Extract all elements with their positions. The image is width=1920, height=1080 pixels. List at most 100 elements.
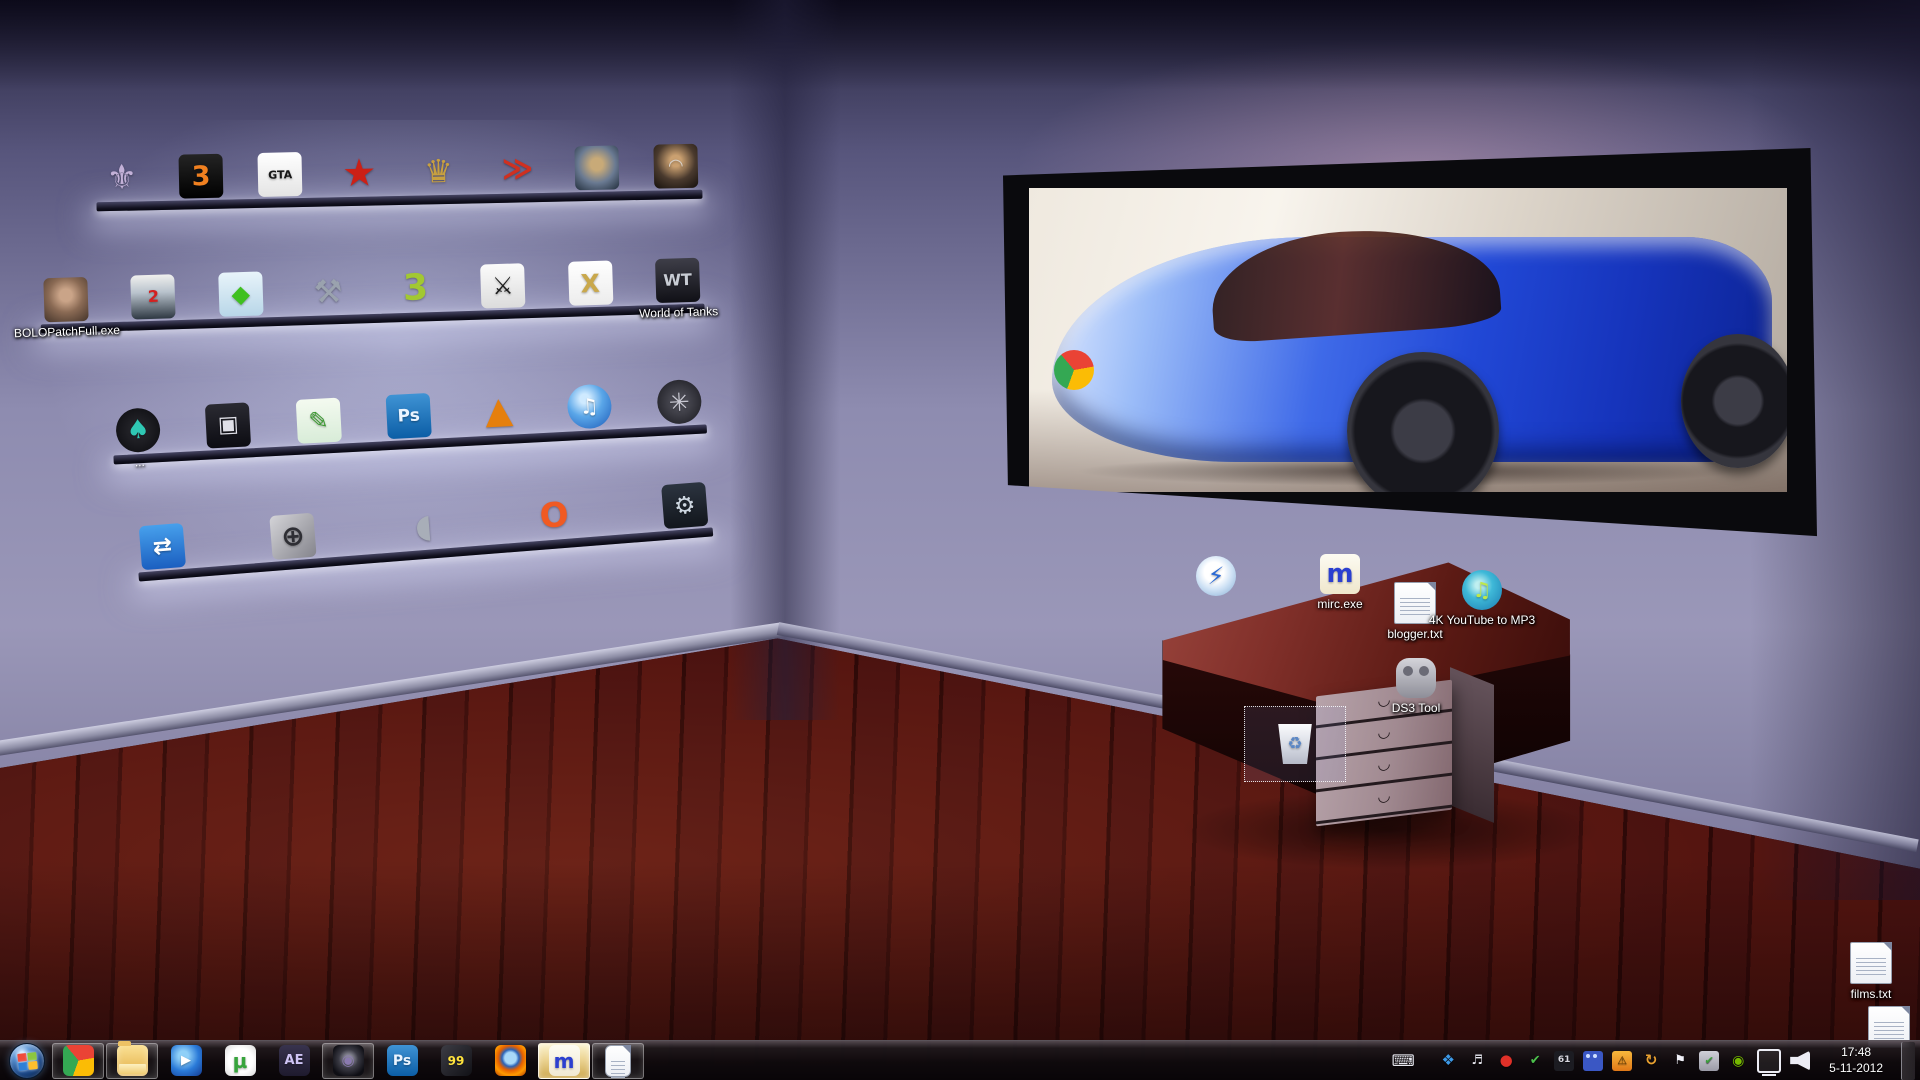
sims-icon-glyph: ◆ bbox=[218, 271, 263, 316]
wall-picture-frame bbox=[1003, 148, 1817, 540]
game-3-icon[interactable]: 3 bbox=[179, 154, 224, 199]
notepad-plus-plus-icon[interactable]: ✎ bbox=[295, 398, 341, 444]
lamborghini-photo bbox=[1029, 188, 1787, 492]
notepad-taskbar[interactable] bbox=[592, 1043, 644, 1079]
keyboard-tray-icon[interactable]: ⌨ bbox=[1393, 1051, 1415, 1071]
daemon-tools-icon-glyph: ⚡ bbox=[1196, 556, 1236, 596]
audio-tray-icon-glyph: ♬ bbox=[1467, 1051, 1487, 1071]
update-tray-icon-glyph: ✔ bbox=[1699, 1051, 1719, 1071]
itunes-icon[interactable]: ♫ bbox=[566, 383, 612, 429]
red-alert-icon-glyph: ★ bbox=[337, 150, 382, 195]
moto-game-icon[interactable]: ≫ bbox=[495, 147, 540, 192]
firefox-taskbar bbox=[495, 1045, 526, 1076]
cube-app-icon[interactable]: ▣ bbox=[205, 402, 251, 448]
flight-simulator-icon[interactable]: X bbox=[568, 260, 613, 305]
volume-tray-icon[interactable] bbox=[1790, 1051, 1812, 1071]
just-cause-2-icon[interactable]: 2 bbox=[131, 274, 176, 319]
ds3-tool-icon[interactable]: DS3 Tool bbox=[1396, 658, 1436, 698]
films-txt-icon[interactable]: films.txt bbox=[1850, 942, 1892, 984]
alert-tray-icon[interactable]: ⚠ bbox=[1612, 1051, 1634, 1071]
explorer-taskbar[interactable] bbox=[106, 1043, 158, 1079]
utorrent-taskbar-glyph: µ bbox=[225, 1045, 256, 1076]
wmp-taskbar: ▶ bbox=[171, 1045, 202, 1076]
gta-icon[interactable]: GTA bbox=[258, 152, 303, 197]
photoshop-taskbar[interactable]: Ps bbox=[376, 1043, 428, 1079]
red-alert-icon[interactable]: ★ bbox=[337, 150, 382, 195]
origin-icon[interactable]: O bbox=[531, 492, 578, 539]
recorder-tray-icon-glyph: ● bbox=[1496, 1051, 1516, 1071]
globe-app-icon[interactable]: ⊕ bbox=[269, 513, 316, 560]
network-tray-icon-glyph bbox=[1757, 1049, 1781, 1073]
saints-row-icon-glyph: ⚜ bbox=[99, 155, 144, 200]
counter-strike-icon[interactable]: ⚔ bbox=[480, 263, 525, 308]
pokerstars-icon[interactable]: ♠... bbox=[115, 407, 161, 453]
battlefield-icon-glyph bbox=[574, 145, 619, 190]
la-noire-icon[interactable]: ◠ bbox=[653, 144, 698, 189]
pokerstars-icon-label: ... bbox=[134, 455, 145, 470]
ds3-tool-icon-glyph bbox=[1396, 658, 1436, 698]
flag-tray-icon[interactable]: ⚑ bbox=[1670, 1051, 1692, 1071]
daemon-tools-icon[interactable]: ⚡ bbox=[1196, 556, 1236, 596]
gpu-temp-tray-icon-glyph: 61 bbox=[1554, 1051, 1574, 1071]
saints-row-icon[interactable]: ⚜ bbox=[99, 155, 144, 200]
bf-tools-icon[interactable]: ⚒ bbox=[305, 269, 350, 314]
media-reel-icon[interactable]: ✳ bbox=[656, 379, 702, 425]
bf-tools-icon-glyph: ⚒ bbox=[305, 269, 350, 314]
mirc-taskbar: m bbox=[549, 1045, 580, 1076]
sync-tray-icon-glyph: ↻ bbox=[1641, 1051, 1661, 1071]
photoshop-shelf-icon[interactable]: Ps bbox=[386, 393, 432, 439]
bolopatch-icon-glyph bbox=[43, 277, 88, 322]
audio-tray-icon[interactable]: ♬ bbox=[1467, 1051, 1489, 1071]
game-3-icon-glyph: 3 bbox=[179, 154, 224, 199]
explorer-taskbar-glyph bbox=[117, 1045, 148, 1076]
films-txt-icon-label: films.txt bbox=[1851, 987, 1892, 1001]
update-tray-icon[interactable]: ✔ bbox=[1699, 1051, 1721, 1071]
after-effects-taskbar-glyph: AE bbox=[279, 1045, 310, 1076]
ping-monitor-taskbar[interactable]: 99 bbox=[430, 1043, 482, 1079]
chrome-taskbar-glyph bbox=[63, 1045, 94, 1076]
photoshop-taskbar-glyph: Ps bbox=[387, 1045, 418, 1076]
sync-tray-icon[interactable]: ↻ bbox=[1641, 1051, 1663, 1071]
show-desktop-button[interactable] bbox=[1901, 1042, 1915, 1080]
bolopatch-icon[interactable]: BOLOPatchFull.exe bbox=[43, 277, 88, 322]
clock-date: 5-11-2012 bbox=[1829, 1061, 1883, 1077]
ping-monitor-taskbar: 99 bbox=[441, 1045, 472, 1076]
teamspeak-icon[interactable]: ◖ bbox=[400, 502, 447, 549]
camera-app-taskbar[interactable]: ◉ bbox=[322, 1043, 374, 1079]
helmet-game-icon[interactable]: ♛ bbox=[416, 149, 461, 194]
after-effects-taskbar[interactable]: AE bbox=[268, 1043, 320, 1079]
origin-icon-glyph: O bbox=[531, 492, 578, 539]
vlc-icon[interactable]: ▲ bbox=[476, 388, 522, 434]
gamepad-tray-icon[interactable] bbox=[1583, 1051, 1605, 1071]
media-reel-icon-glyph: ✳ bbox=[656, 379, 702, 425]
teamviewer-icon[interactable]: ⇄ bbox=[139, 523, 186, 570]
flag-tray-icon-glyph: ⚑ bbox=[1670, 1051, 1690, 1071]
just-cause-2-icon-glyph: 2 bbox=[131, 274, 176, 319]
youtube-mp3-icon[interactable]: ♫4K YouTube to MP3 bbox=[1462, 570, 1502, 610]
world-of-tanks-icon-glyph: WT bbox=[655, 258, 700, 303]
world-of-tanks-icon[interactable]: WTWorld of Tanks bbox=[655, 258, 700, 303]
nvidia-tray-icon[interactable]: ◉ bbox=[1728, 1051, 1750, 1071]
sims-icon[interactable]: ◆ bbox=[218, 271, 263, 316]
chrome-taskbar[interactable] bbox=[52, 1043, 104, 1079]
firefox-taskbar[interactable] bbox=[484, 1043, 536, 1079]
gpu-temp-tray-icon[interactable]: 61 bbox=[1554, 1051, 1576, 1071]
mirc-desktop-icon[interactable]: mmirc.exe bbox=[1320, 554, 1360, 594]
dropbox-tray-icon[interactable]: ❖ bbox=[1438, 1051, 1460, 1071]
utorrent-taskbar[interactable]: µ bbox=[214, 1043, 266, 1079]
vlc-icon-glyph: ▲ bbox=[476, 388, 522, 434]
taskbar-clock[interactable]: 17:48 5-11-2012 bbox=[1829, 1045, 1883, 1076]
steam-icon[interactable]: ⚙ bbox=[661, 482, 708, 529]
helmet-game-icon-glyph: ♛ bbox=[416, 149, 461, 194]
battlefield-icon[interactable] bbox=[574, 145, 619, 190]
recycle-bin-icon[interactable]: ♻ bbox=[1275, 724, 1315, 764]
chrome-shortcut-icon[interactable] bbox=[1054, 350, 1094, 390]
network-tray-icon[interactable] bbox=[1757, 1049, 1783, 1073]
wmp-taskbar[interactable]: ▶ bbox=[160, 1043, 212, 1079]
usb-tray-icon[interactable]: ✔ bbox=[1525, 1051, 1547, 1071]
start-button[interactable] bbox=[4, 1043, 50, 1079]
mirc-taskbar[interactable]: m bbox=[538, 1043, 590, 1079]
sims3-icon[interactable]: 3 bbox=[393, 266, 438, 311]
recorder-tray-icon[interactable]: ● bbox=[1496, 1051, 1518, 1071]
camera-app-taskbar-glyph: ◉ bbox=[333, 1045, 364, 1076]
